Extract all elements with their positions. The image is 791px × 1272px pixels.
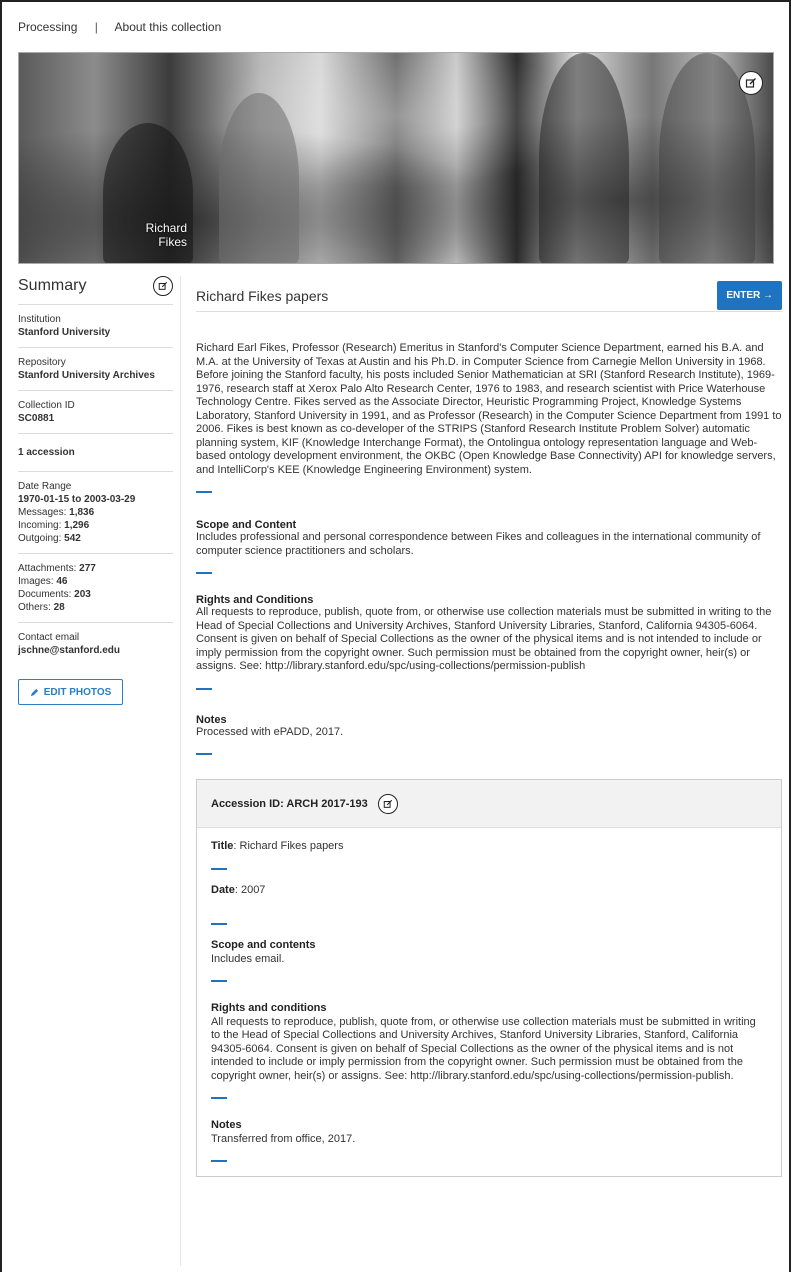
accession-scope-title: Scope and contents: [211, 939, 316, 951]
photo-figure: [539, 53, 629, 263]
summary-sidebar: Summary Institution Stanford University …: [18, 276, 173, 705]
accession-id: Accession ID: ARCH 2017-193: [211, 797, 368, 810]
collection-id-label: Collection ID: [18, 400, 75, 411]
photo-caption-line2: Fikes: [158, 235, 187, 249]
section-divider: [211, 867, 227, 870]
scope-title: Scope and Content: [196, 519, 297, 531]
collection-id-block: Collection ID SC0881: [18, 391, 173, 434]
accession-count-block: 1 accession: [18, 434, 173, 472]
photo-figure: [219, 93, 299, 263]
attachments-label: Attachments:: [18, 563, 77, 574]
images-value: 46: [56, 576, 68, 587]
date-range-value: 1970-01-15 to 2003-03-29: [18, 494, 136, 505]
accession-scope-body: Includes email.: [211, 952, 285, 965]
enter-button[interactable]: ENTER →: [717, 281, 782, 310]
attachments-block: Attachments: 277 Images: 46 Documents: 2…: [18, 554, 173, 623]
section-divider: [211, 923, 227, 925]
others-label: Others:: [18, 602, 51, 613]
documents-label: Documents:: [18, 589, 72, 600]
messages-label: Messages:: [18, 507, 67, 518]
outgoing-value: 542: [64, 533, 81, 544]
section-divider: [196, 753, 212, 755]
accession-header: Accession ID: ARCH 2017-193: [197, 780, 781, 828]
repository-value: Stanford University Archives: [18, 370, 155, 381]
accession-date-label: Date: [211, 883, 235, 896]
accession-rights-section: Rights and conditions All requests to re…: [211, 1002, 767, 1083]
accession-body: Title: Richard Fikes papers Date: 2007 S…: [197, 828, 781, 1176]
edit-banner-button[interactable]: [739, 71, 763, 95]
top-nav: Processing | About this collection: [18, 20, 235, 34]
incoming-value: 1,296: [64, 520, 90, 531]
accession-rights-body: All requests to reproduce, publish, quot…: [211, 1015, 756, 1082]
notes-title: Notes: [196, 713, 227, 726]
others-value: 28: [53, 602, 65, 613]
summary-title: Summary: [18, 277, 87, 294]
accession-scope-section: Scope and contents Includes email.: [211, 939, 767, 966]
section-divider: [196, 491, 212, 493]
contact-block: Contact email jschne@stanford.edu: [18, 623, 173, 665]
edit-summary-button[interactable]: [153, 276, 173, 296]
contact-email[interactable]: jschne@stanford.edu: [18, 645, 120, 656]
collection-main: Richard Fikes papers ENTER → Richard Ear…: [196, 276, 782, 1177]
rights-body: All requests to reproduce, publish, quot…: [196, 606, 772, 672]
edit-photos-label: EDIT PHOTOS: [43, 686, 112, 698]
photo-caption: Richard Fikes: [119, 221, 187, 249]
attachments-value: 277: [79, 563, 96, 574]
accession-count: 1 accession: [18, 447, 75, 458]
incoming-label: Incoming:: [18, 520, 62, 531]
date-range-block: Date Range 1970-01-15 to 2003-03-29 Mess…: [18, 472, 173, 554]
section-divider: [211, 1160, 227, 1162]
section-divider: [211, 1097, 227, 1099]
repository-block: Repository Stanford University Archives: [18, 348, 173, 391]
collection-description: Richard Earl Fikes, Professor (Research)…: [196, 342, 782, 476]
collection-title: Richard Fikes papers: [196, 287, 329, 304]
accession-date-row: Date: 2007: [211, 884, 767, 898]
section-divider: [196, 687, 212, 690]
edit-accession-button[interactable]: [377, 793, 398, 814]
pencil-icon: [30, 688, 38, 696]
scope-body: Includes professional and personal corre…: [196, 531, 761, 557]
accession-notes-section: Notes Transferred from office, 2017.: [211, 1119, 767, 1146]
collection-id-value: SC0881: [18, 413, 55, 424]
rights-title: Rights and Conditions: [196, 594, 314, 606]
section-divider: [196, 572, 212, 574]
summary-header: Summary: [18, 276, 173, 305]
nav-processing[interactable]: Processing: [18, 20, 77, 34]
institution-block: Institution Stanford University: [18, 305, 173, 348]
accession-notes-title: Notes: [211, 1119, 242, 1131]
section-divider: [211, 980, 227, 982]
images-label: Images:: [18, 576, 54, 587]
accession-rights-title: Rights and conditions: [211, 1002, 327, 1014]
nav-about-collection[interactable]: About this collection: [115, 20, 222, 34]
photo-caption-line1: Richard: [145, 221, 187, 235]
nav-separator: |: [94, 20, 98, 34]
repository-label: Repository: [18, 357, 66, 368]
messages-value: 1,836: [69, 507, 95, 518]
accession-notes-body: Transferred from office, 2017.: [211, 1132, 356, 1145]
contact-label: Contact email: [18, 632, 80, 643]
date-range-label: Date Range: [18, 481, 72, 492]
collection-header: Richard Fikes papers ENTER →: [196, 276, 782, 312]
outgoing-label: Outgoing:: [18, 533, 62, 544]
banner-photo: Richard Fikes: [18, 52, 774, 264]
edit-icon: [745, 78, 756, 88]
edit-icon: [158, 281, 168, 290]
accession-title-row: Title: Richard Fikes papers: [211, 840, 767, 854]
documents-value: 203: [74, 589, 91, 600]
accession-title-label: Title: [211, 840, 234, 852]
accession-title-value: : Richard Fikes papers: [233, 840, 344, 852]
accession-panel: Accession ID: ARCH 2017-193 Title: Richa…: [196, 779, 782, 1177]
institution-value: Stanford University: [18, 327, 111, 338]
institution-label: Institution: [18, 314, 61, 325]
accession-date-value: : 2007: [234, 883, 266, 896]
column-divider: [180, 276, 181, 1266]
notes-body: Processed with ePADD, 2017.: [196, 725, 344, 738]
edit-photos-button[interactable]: EDIT PHOTOS: [18, 679, 123, 705]
edit-icon: [383, 799, 392, 808]
